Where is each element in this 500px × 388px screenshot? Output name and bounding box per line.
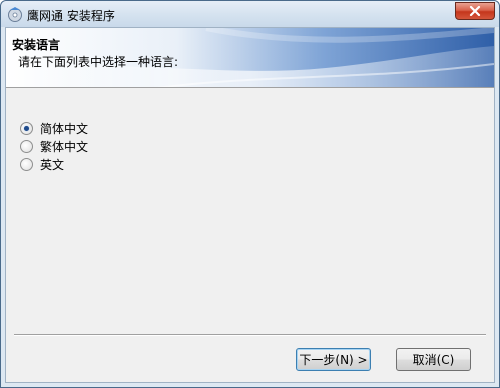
next-button[interactable]: 下一步(N) > <box>296 348 371 371</box>
dialog-client-area: 安装语言 请在下面列表中选择一种语言: 简体中文 繁体中文 英文 下一步(N) … <box>5 27 495 383</box>
language-option-english[interactable]: 英文 <box>20 156 64 172</box>
page-subtitle: 请在下面列表中选择一种语言: <box>18 55 179 69</box>
language-option-label: 简体中文 <box>40 121 89 136</box>
close-icon <box>469 6 481 16</box>
radio-button[interactable] <box>20 121 33 135</box>
window-title: 鹰网通 安装程序 <box>27 9 115 23</box>
page-title: 安装语言 <box>12 38 61 52</box>
header-banner: 安装语言 请在下面列表中选择一种语言: <box>6 28 494 88</box>
footer-divider <box>14 334 486 336</box>
radio-button[interactable] <box>20 139 33 153</box>
language-option-label: 繁体中文 <box>40 139 89 154</box>
cancel-button[interactable]: 取消(C) <box>396 348 471 371</box>
language-option-simplified-chinese[interactable]: 简体中文 <box>20 120 88 136</box>
radio-button[interactable] <box>20 157 33 171</box>
installer-window: 鹰网通 安装程序 安装语言 请在下面列表中选择一种语言: 简体中文 繁体中文 英… <box>0 0 500 388</box>
title-bar[interactable]: 鹰网通 安装程序 <box>1 1 499 27</box>
installer-disc-icon <box>7 6 23 22</box>
close-button[interactable] <box>455 2 495 20</box>
language-option-traditional-chinese[interactable]: 繁体中文 <box>20 138 88 154</box>
language-option-label: 英文 <box>40 157 65 172</box>
